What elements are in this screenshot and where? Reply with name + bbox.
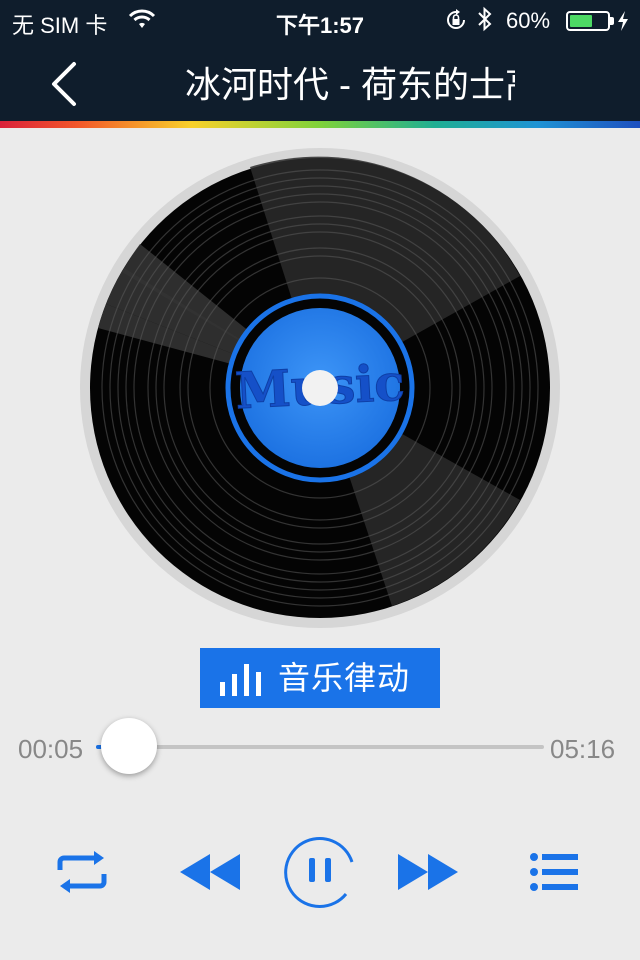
play-pause-button[interactable]: [282, 832, 358, 908]
status-bar: 无 SIM 卡 下午1:57 60%: [0, 0, 640, 40]
disc-spindle-hole: [302, 370, 338, 406]
repeat-button[interactable]: [54, 850, 110, 894]
music-visualizer-button[interactable]: 音乐律动: [200, 648, 440, 708]
progress-track[interactable]: [96, 745, 544, 749]
pause-icon: [284, 837, 354, 908]
equalizer-bars-icon: [218, 660, 266, 701]
battery-fill: [570, 15, 592, 27]
chevron-left-icon: [52, 62, 76, 106]
total-time: 05:16: [550, 734, 616, 764]
rainbow-divider: [0, 121, 640, 128]
music-player-screen: 无 SIM 卡 下午1:57 60% 冰河时代 - 荷东的士高 音乐律动 00:…: [0, 0, 640, 960]
top-bar: 无 SIM 卡 下午1:57 60% 冰河时代 - 荷东的士高: [0, 0, 640, 128]
battery-icon: [566, 11, 614, 31]
progress-thumb[interactable]: [101, 718, 157, 774]
playlist-button[interactable]: [530, 852, 578, 892]
song-title: 冰河时代 - 荷东的士高: [185, 64, 515, 105]
vinyl-record: Music: [80, 148, 560, 628]
charging-icon: [616, 10, 630, 38]
battery-nub: [610, 17, 614, 25]
repeat-icon: [57, 851, 107, 893]
orientation-lock-icon: [444, 8, 468, 38]
elapsed-time: 00:05: [18, 734, 84, 764]
rewind-icon: [180, 854, 240, 890]
previous-button[interactable]: [180, 852, 242, 892]
playlist-icon: [530, 853, 578, 891]
battery-percent: 60%: [506, 8, 551, 33]
fast-forward-icon: [398, 854, 458, 890]
music-visualizer-label: 音乐律动: [278, 660, 411, 696]
next-button[interactable]: [396, 852, 458, 892]
back-button[interactable]: [40, 56, 90, 112]
bluetooth-icon: [476, 6, 494, 38]
